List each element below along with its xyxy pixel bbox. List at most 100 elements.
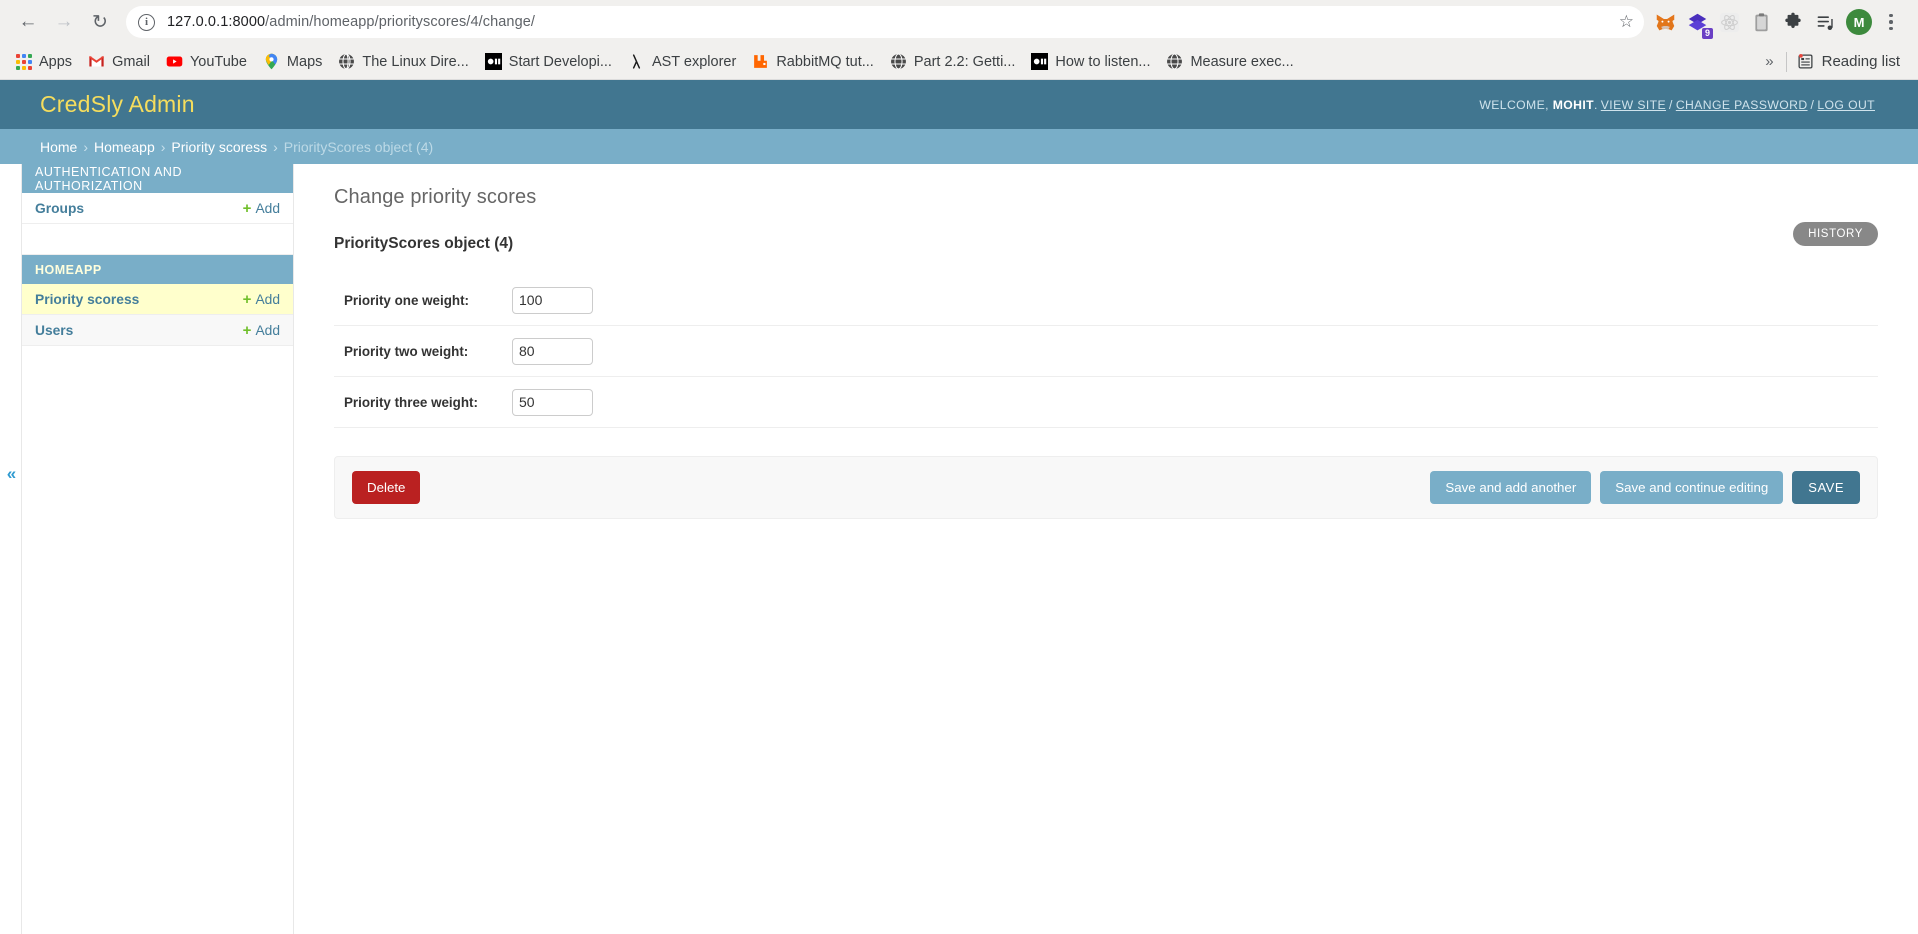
- metamask-extension-icon[interactable]: [1650, 7, 1680, 37]
- bookmark-label: Measure exec...: [1190, 53, 1294, 70]
- breadcrumb-separator: ›: [160, 138, 166, 155]
- welcome-text: WELCOME,: [1479, 97, 1549, 112]
- sidebar-item-groups[interactable]: Groups + Add: [22, 193, 293, 224]
- delete-button[interactable]: Delete: [352, 470, 421, 505]
- priority-two-weight-label: Priority two weight:: [344, 343, 469, 359]
- admin-site-header: CredSly Admin WELCOME, MOHIT. VIEW SITE …: [0, 80, 1918, 129]
- breadcrumb-model[interactable]: Priority scoress: [171, 139, 267, 155]
- url-text: 127.0.0.1:8000/admin/homeapp/prioritysco…: [167, 14, 536, 30]
- admin-body: « AUTHENTICATION AND AUTHORIZATION Group…: [0, 164, 1918, 934]
- add-label: Add: [255, 322, 280, 338]
- breadcrumb: Home › Homeapp › Priority scoress › Prio…: [0, 129, 1918, 164]
- gmail-icon: [88, 55, 105, 67]
- youtube-icon: [166, 56, 183, 67]
- bookmark-label: Gmail: [112, 53, 150, 70]
- sidebar-collapse-toggle[interactable]: «: [2, 464, 21, 484]
- extension-badge-count: 9: [1702, 28, 1713, 39]
- bookmark-start-developing[interactable]: Start Developi...: [477, 50, 620, 73]
- bookmark-how-to-listen[interactable]: How to listen...: [1023, 50, 1158, 73]
- breadcrumb-current: PriorityScores object (4): [283, 138, 434, 155]
- bookmark-ast-explorer[interactable]: AST explorer: [620, 50, 744, 73]
- browser-chrome: ← → ↻ i 127.0.0.1:8000/admin/homeapp/pri…: [0, 0, 1918, 80]
- bookmark-gmail[interactable]: Gmail: [80, 50, 158, 73]
- save-button[interactable]: SAVE: [1792, 471, 1860, 504]
- breadcrumb-separator: ›: [273, 138, 278, 155]
- priority-one-weight-input[interactable]: [512, 286, 593, 314]
- bookmark-label: How to listen...: [1055, 53, 1151, 70]
- rabbitmq-icon: [754, 55, 768, 68]
- save-and-add-another-button[interactable]: Save and add another: [1430, 470, 1592, 505]
- extensions-puzzle-icon[interactable]: [1778, 7, 1808, 37]
- priority-three-weight-input[interactable]: [512, 388, 593, 416]
- form-row-priority-three: Priority three weight:: [334, 377, 1878, 428]
- bookmark-measure-exec[interactable]: Measure exec...: [1158, 50, 1301, 73]
- extension-icons: 9: [1650, 7, 1840, 39]
- sidebar-add-groups[interactable]: + Add: [243, 201, 280, 216]
- bookmark-linux-directory[interactable]: The Linux Dire...: [330, 50, 476, 73]
- form-row-priority-two: Priority two weight:: [334, 326, 1878, 377]
- media-playlist-icon[interactable]: [1810, 7, 1840, 37]
- site-info-icon[interactable]: i: [138, 13, 155, 31]
- priority-one-weight-label: Priority one weight:: [344, 292, 469, 308]
- avatar[interactable]: M: [1846, 9, 1872, 35]
- breadcrumb-home[interactable]: Home: [40, 139, 77, 155]
- log-out-link[interactable]: LOG OUT: [1817, 98, 1875, 112]
- browser-toolbar: ← → ↻ i 127.0.0.1:8000/admin/homeapp/pri…: [0, 0, 1918, 44]
- bookmark-youtube[interactable]: YouTube: [158, 50, 255, 73]
- bookmarks-bar: Apps Gmail YouTube Maps The Linux Dire..…: [0, 44, 1918, 79]
- sidebar-divider: [22, 224, 293, 255]
- bookmark-label: The Linux Dire...: [362, 53, 469, 70]
- bookmark-rabbitmq[interactable]: RabbitMQ tut...: [744, 50, 882, 73]
- back-arrow-icon[interactable]: ←: [10, 4, 46, 40]
- globe-icon: [890, 53, 906, 70]
- sidebar-add-priority-scoress[interactable]: + Add: [243, 292, 280, 307]
- priority-two-weight-input[interactable]: [512, 337, 593, 365]
- apps-grid-icon: [16, 53, 32, 70]
- save-and-continue-editing-button[interactable]: Save and continue editing: [1600, 470, 1784, 505]
- sidebar-app-caption-homeapp[interactable]: HOMEAPP: [22, 255, 293, 284]
- change-password-link[interactable]: CHANGE PASSWORD: [1676, 98, 1808, 112]
- forward-arrow-icon[interactable]: →: [46, 4, 82, 40]
- object-tools: HISTORY: [1793, 222, 1878, 246]
- stacked-layers-extension-icon[interactable]: 9: [1682, 7, 1713, 39]
- bookmark-label: Apps: [39, 53, 73, 70]
- bookmark-label: Maps: [286, 53, 323, 70]
- bookmark-label: AST explorer: [651, 53, 737, 70]
- lambda-icon: [632, 54, 641, 69]
- star-icon[interactable]: ☆: [1619, 12, 1634, 32]
- three-dot-menu-icon[interactable]: [1878, 13, 1904, 31]
- clipboard-extension-icon[interactable]: [1746, 7, 1776, 37]
- breadcrumb-separator: ›: [83, 138, 89, 155]
- main-content: Change priority scores HISTORY PriorityS…: [294, 164, 1918, 934]
- reading-list-label: Reading list: [1821, 53, 1900, 70]
- sidebar-item-label: Groups: [35, 200, 85, 216]
- globe-icon: [339, 53, 355, 70]
- username: MOHIT: [1552, 97, 1594, 112]
- reading-list-button[interactable]: Reading list: [1797, 53, 1910, 70]
- sidebar-item-priority-scoress[interactable]: Priority scoress + Add: [22, 284, 293, 315]
- sidebar-app-caption-auth[interactable]: AUTHENTICATION AND AUTHORIZATION: [22, 164, 293, 193]
- nav-sidebar: AUTHENTICATION AND AUTHORIZATION Groups …: [21, 164, 294, 934]
- user-tools: WELCOME, MOHIT. VIEW SITE / CHANGE PASSW…: [1479, 98, 1878, 112]
- divider: [1785, 51, 1787, 72]
- address-bar[interactable]: i 127.0.0.1:8000/admin/homeapp/prioritys…: [126, 6, 1644, 38]
- globe-icon: [1167, 53, 1183, 70]
- site-title[interactable]: CredSly Admin: [40, 91, 195, 118]
- bookmark-part22[interactable]: Part 2.2: Getti...: [882, 50, 1024, 73]
- separator: /: [1810, 97, 1815, 112]
- sidebar-add-users[interactable]: + Add: [243, 323, 280, 338]
- react-devtools-extension-icon[interactable]: [1714, 7, 1744, 37]
- bookmarks-overflow-button[interactable]: »: [1753, 53, 1785, 70]
- reload-icon[interactable]: ↻: [82, 4, 118, 40]
- bookmark-label: Start Developi...: [508, 53, 612, 70]
- view-site-link[interactable]: VIEW SITE: [1601, 98, 1666, 112]
- bookmark-apps[interactable]: Apps: [8, 51, 80, 73]
- black-square-icon: [484, 53, 502, 70]
- sidebar-item-users[interactable]: Users + Add: [22, 315, 293, 346]
- history-button[interactable]: HISTORY: [1793, 222, 1878, 246]
- sidebar-item-label: Users: [35, 322, 74, 338]
- black-square-icon: [1031, 53, 1049, 70]
- bookmark-maps[interactable]: Maps: [255, 50, 330, 73]
- change-form: Priority one weight: Priority two weight…: [334, 275, 1878, 428]
- breadcrumb-app[interactable]: Homeapp: [94, 139, 155, 155]
